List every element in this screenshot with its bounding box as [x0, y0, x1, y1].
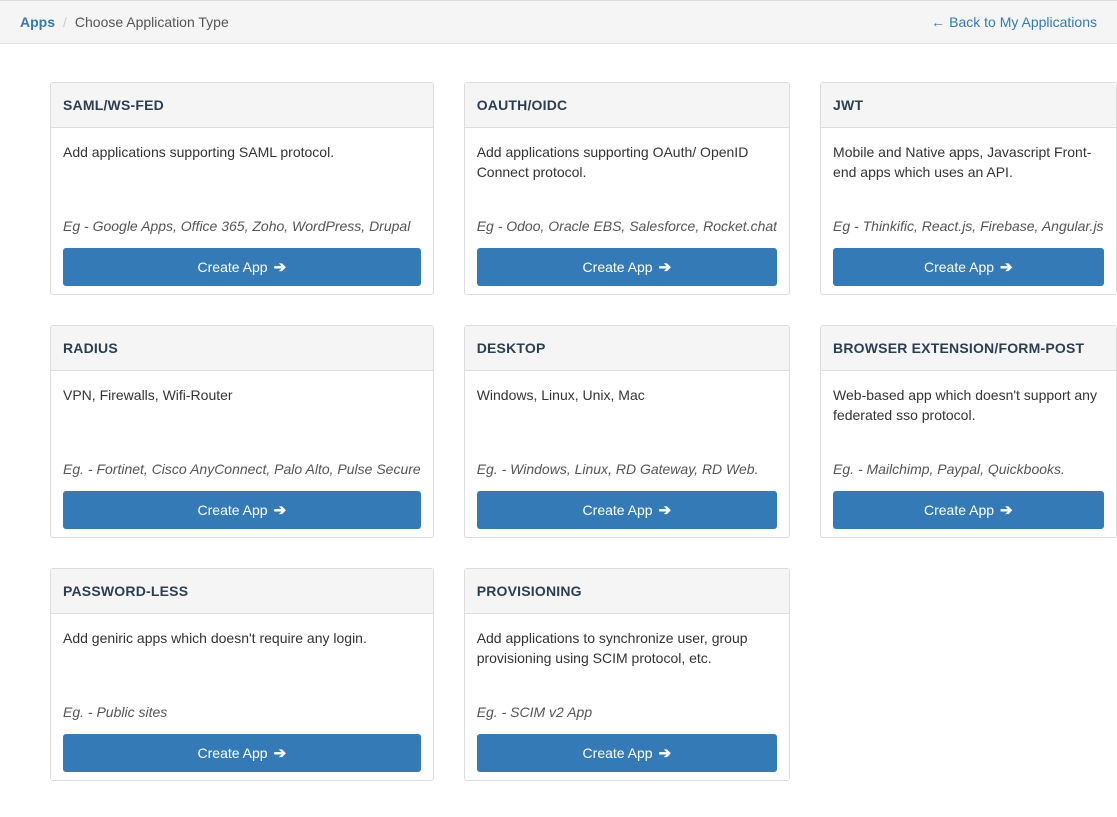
card-title: PROVISIONING: [465, 569, 789, 614]
back-to-applications-link[interactable]: ← Back to My Applications: [931, 14, 1097, 30]
arrow-right-icon: ➔: [659, 501, 672, 519]
app-type-card: DESKTOP Windows, Linux, Unix, Mac Eg. - Wi…: [464, 325, 790, 538]
breadcrumb-current: Choose Application Type: [75, 14, 229, 30]
breadcrumb: Apps / Choose Application Type: [20, 14, 229, 30]
create-app-button[interactable]: Create App ➔: [833, 248, 1104, 286]
card-body: Add geniric apps which doesn't require a…: [51, 614, 433, 780]
card-example: Eg. - Fortinet, Cisco AnyConnect, Palo A…: [63, 461, 421, 477]
create-app-button[interactable]: Create App ➔: [833, 491, 1104, 529]
card-description: Windows, Linux, Unix, Mac: [477, 385, 777, 457]
app-type-card: PASSWORD-LESS Add geniric apps which does…: [50, 568, 434, 781]
app-type-card: SAML/WS-FED Add applications supporting S…: [50, 82, 434, 295]
card-body: Windows, Linux, Unix, Mac Eg. - Windows, …: [465, 371, 789, 537]
card-example: Eg - Thinkific, React.js, Firebase, Angu…: [833, 218, 1104, 234]
card-body: Web-based app which doesn't support any …: [821, 371, 1116, 537]
card-example: Eg - Google Apps, Office 365, Zoho, Word…: [63, 218, 421, 234]
card-example: Eg. - SCIM v2 App: [477, 704, 777, 720]
card-example: Eg. - Public sites: [63, 704, 421, 720]
app-type-grid: SAML/WS-FED Add applications supporting S…: [50, 82, 1067, 781]
create-app-label: Create App: [924, 502, 994, 518]
create-app-label: Create App: [198, 745, 268, 761]
app-type-card: JWT Mobile and Native apps, Javascript Fr…: [820, 82, 1117, 295]
card-description: Add geniric apps which doesn't require a…: [63, 628, 421, 700]
content-area: SAML/WS-FED Add applications supporting S…: [0, 44, 1117, 811]
create-app-button[interactable]: Create App ➔: [477, 248, 777, 286]
card-body: Add applications supporting SAML protoco…: [51, 128, 433, 294]
create-app-button[interactable]: Create App ➔: [63, 491, 421, 529]
create-app-label: Create App: [583, 745, 653, 761]
card-title: JWT: [821, 83, 1116, 128]
arrow-right-icon: ➔: [659, 744, 672, 762]
app-type-card: OAUTH/OIDC Add applications supporting OA…: [464, 82, 790, 295]
card-title: BROWSER EXTENSION/FORM-POST: [821, 326, 1116, 371]
card-title: OAUTH/OIDC: [465, 83, 789, 128]
create-app-button[interactable]: Create App ➔: [477, 734, 777, 772]
arrow-left-icon: ←: [931, 14, 945, 30]
app-type-card: BROWSER EXTENSION/FORM-POST Web-based app…: [820, 325, 1117, 538]
card-description: Add applications supporting SAML protoco…: [63, 142, 421, 214]
card-example: Eg. - Windows, Linux, RD Gateway, RD Web…: [477, 461, 777, 477]
card-body: Add applications to synchronize user, gr…: [465, 614, 789, 780]
card-description: Add applications to synchronize user, gr…: [477, 628, 777, 700]
create-app-button[interactable]: Create App ➔: [63, 734, 421, 772]
card-body: Add applications supporting OAuth/ OpenI…: [465, 128, 789, 294]
arrow-right-icon: ➔: [1000, 258, 1013, 276]
card-title: PASSWORD-LESS: [51, 569, 433, 614]
breadcrumb-separator: /: [63, 14, 67, 30]
back-link-label: Back to My Applications: [949, 14, 1097, 30]
card-description: VPN, Firewalls, Wifi-Router: [63, 385, 421, 457]
create-app-button[interactable]: Create App ➔: [63, 248, 421, 286]
card-example: Eg - Odoo, Oracle EBS, Salesforce, Rocke…: [477, 218, 777, 234]
arrow-right-icon: ➔: [1000, 501, 1013, 519]
create-app-label: Create App: [583, 502, 653, 518]
card-body: VPN, Firewalls, Wifi-Router Eg. - Fortine…: [51, 371, 433, 537]
card-body: Mobile and Native apps, Javascript Front…: [821, 128, 1116, 294]
card-title: RADIUS: [51, 326, 433, 371]
arrow-right-icon: ➔: [274, 258, 287, 276]
create-app-label: Create App: [198, 259, 268, 275]
app-type-card: PROVISIONING Add applications to synchron…: [464, 568, 790, 781]
card-description: Add applications supporting OAuth/ OpenI…: [477, 142, 777, 214]
card-title: DESKTOP: [465, 326, 789, 371]
create-app-button[interactable]: Create App ➔: [477, 491, 777, 529]
card-description: Web-based app which doesn't support any …: [833, 385, 1104, 457]
card-title: SAML/WS-FED: [51, 83, 433, 128]
breadcrumb-root-link[interactable]: Apps: [20, 14, 55, 30]
arrow-right-icon: ➔: [274, 501, 287, 519]
app-type-card: RADIUS VPN, Firewalls, Wifi-Router Eg. - F…: [50, 325, 434, 538]
card-description: Mobile and Native apps, Javascript Front…: [833, 142, 1104, 214]
arrow-right-icon: ➔: [274, 744, 287, 762]
arrow-right-icon: ➔: [659, 258, 672, 276]
create-app-label: Create App: [198, 502, 268, 518]
card-example: Eg. - Mailchimp, Paypal, Quickbooks.: [833, 461, 1104, 477]
create-app-label: Create App: [583, 259, 653, 275]
topbar: Apps / Choose Application Type ← Back to…: [0, 0, 1117, 44]
create-app-label: Create App: [924, 259, 994, 275]
